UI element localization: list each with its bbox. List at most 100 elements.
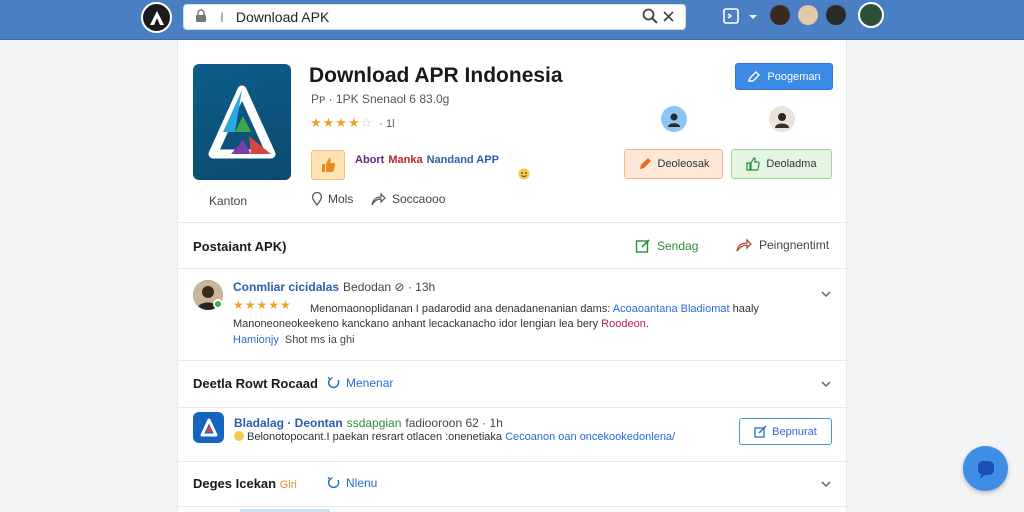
chevron-down-icon[interactable] [820,288,832,300]
thumbs-up-icon [746,157,761,171]
refresh-icon [327,376,340,389]
lock-icon [194,9,210,25]
download-orange-button[interactable]: Deoleosak [624,149,723,179]
section-link[interactable]: Nlenu [327,476,377,490]
search-input[interactable]: Download APK [236,9,641,25]
user-avatar[interactable] [858,2,884,28]
download-green-label: Deoladma [766,158,817,170]
chevron-down-icon[interactable] [820,478,832,490]
avatar[interactable] [769,106,795,132]
share-action-label: Peingnentimt [759,238,830,252]
section-link-label: Nlenu [346,476,378,490]
promo-text: Abort Manka Nandand APP [355,154,499,166]
screen-icon[interactable] [722,7,740,25]
share-icon [736,238,752,252]
refresh-icon [327,476,340,489]
chat-icon [977,460,994,479]
divider [178,461,848,462]
rating-count: · 1l [379,118,395,130]
report-button[interactable]: Bepnurat [739,418,832,445]
review-text-line: Menomaonoplidanan I padarodid ana denada… [310,303,759,315]
top-bar: I Download APK [0,0,1024,40]
divider [178,222,848,223]
item-meta: fadiooroon 62 · 1h [405,416,503,430]
item-link[interactable]: Cecoanon oan oncekookedonlena/ [505,431,675,443]
search-bar[interactable]: I Download APK [183,4,686,30]
close-icon[interactable] [663,11,675,23]
divider [178,360,848,361]
app-meta: Pᴘ · 1PK Snenaol 6 83.0g [311,92,450,106]
divider [178,407,848,408]
review-footer-text: Shot ms ia ghi [284,334,355,346]
section-tag: Giri [279,479,297,491]
review-text-line: Manoneoneokeekeno kanckano anhant lecack… [233,318,649,330]
promo-text-b: Manka [388,154,423,166]
edit-icon [754,425,767,438]
section-title-text: Deges Icekan [193,476,277,491]
section-link[interactable]: Menenar [327,376,393,390]
divider [178,506,848,507]
download-orange-label: Deoleosak [657,158,710,170]
review-footer: Hamionjy Shot ms ia ghi [233,334,355,346]
pencil-icon [748,70,761,82]
section-link-label: Menenar [346,376,394,390]
thumbs-up-icon[interactable] [311,150,345,180]
location-pin-icon [311,192,323,206]
primary-button-label: Poogeman [767,70,821,83]
send-button[interactable]: Sendag [635,238,698,254]
chevron-down-icon[interactable] [820,378,832,390]
review-stars: ★★★★★ [233,298,292,312]
app-icon [193,64,291,180]
review-footer-link[interactable]: Hamionjy [233,334,279,346]
review-header: Conmliar cicidalas Bedodan ⊘ · 13h [233,280,435,294]
review-text-end: haaly [732,303,759,315]
avatar[interactable] [661,106,687,132]
section-title: Deges Icekan Giri [193,476,297,491]
item-text-line: Belonotopocant.I paekan resrart otlacen … [234,431,675,443]
review-link[interactable]: Roodeon. [601,318,649,330]
online-status-badge [213,299,223,309]
section-title: Deetla Rowt Rocaad [193,376,318,391]
item-header: Bladalag · Deontan ssdapgian fadiooroon 62… [234,416,503,430]
chevron-down-icon[interactable] [748,7,758,25]
emoji-icon [518,168,530,183]
review-link[interactable]: Acoaoantana Bladiomat [613,303,730,315]
share-label: Soccaooo [392,192,446,206]
review-meta: Bedodan ⊘ · 13h [343,280,436,294]
main-card: Download APR Indonesia Pᴘ · 1PK Snenaol … [177,40,848,512]
review-text: Menomaonoplidanan I padarodid ana denada… [310,303,611,315]
rating-stars: ★★★★ [310,115,361,130]
location-link[interactable]: Mols [311,192,353,206]
emoji-icon [234,431,244,441]
reviewer-name[interactable]: Conmliar cicidalas [233,280,339,294]
share-link[interactable]: Soccaooo [370,192,445,206]
pencil-icon [639,158,651,169]
share-icon [371,192,386,206]
avatar[interactable] [770,5,790,25]
avatar[interactable] [826,5,846,25]
primary-button[interactable]: Poogeman [735,63,833,90]
report-button-label: Bepnurat [772,425,817,438]
promo-text-a: Abort [355,154,385,166]
section-title: Postaiant APK) [193,239,287,254]
avatar[interactable] [798,5,818,25]
chat-fab-button[interactable] [963,446,1008,491]
download-green-button[interactable]: Deoladma [731,149,832,179]
category-label: Kanton [209,194,248,208]
search-prefix: I [220,9,224,25]
app-logo-icon[interactable] [141,2,172,33]
send-label: Sendag [657,239,699,253]
edit-icon [635,239,650,253]
page-title: Download APR Indonesia [309,64,563,87]
promo-text-c: Nandand APP [426,154,499,166]
item-name[interactable]: Bladalag · Deontan [234,416,343,430]
divider [178,268,848,269]
item-text: Belonotopocant.I paekan resrart otlacen … [247,431,503,443]
item-tag: ssdapgian [346,416,402,430]
rating: ★★★★☆ · 1l [310,115,395,131]
location-label: Mols [328,192,354,206]
share-action-button[interactable]: Peingnentimt [735,238,829,252]
rating-empty-star: ☆ [360,115,374,130]
search-icon[interactable] [641,7,661,27]
app-item-icon[interactable] [193,412,224,443]
